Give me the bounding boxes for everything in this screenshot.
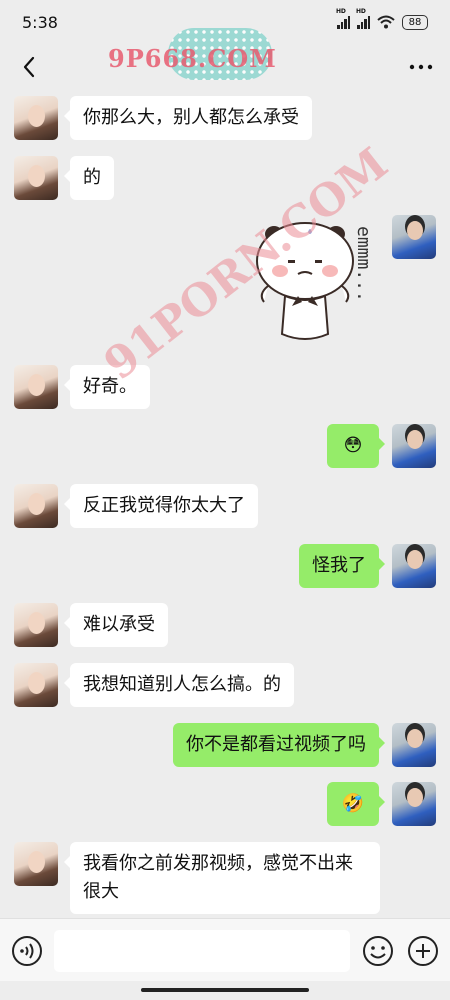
plus-icon[interactable] <box>407 935 439 967</box>
message-bubble-incoming[interactable]: 反正我觉得你太大了 <box>64 484 258 528</box>
voice-icon[interactable] <box>11 935 43 967</box>
signal-icon-2: HD <box>356 8 370 29</box>
message-bubble-incoming[interactable]: 我看你之前发那视频，感觉不出来很大 <box>64 842 380 914</box>
message-input[interactable] <box>54 930 350 972</box>
status-time: 5:38 <box>22 12 58 32</box>
home-indicator <box>141 988 309 992</box>
message-bubble-outgoing[interactable]: 你不是都看过视频了吗 <box>173 723 385 767</box>
back-button[interactable] <box>14 52 44 82</box>
avatar-contact[interactable] <box>14 484 58 528</box>
watermark-top-badge <box>168 28 272 80</box>
message-bubble-outgoing[interactable]: 怪我了 <box>299 544 385 588</box>
message-bubble-incoming[interactable]: 我想知道别人怎么搞。的 <box>64 663 294 707</box>
avatar-self[interactable] <box>392 723 436 767</box>
avatar-contact[interactable] <box>14 603 58 647</box>
panda-bear-sweating-sticker[interactable]: emmm... <box>250 216 380 351</box>
avatar-contact[interactable] <box>14 156 58 200</box>
message-bubble-incoming[interactable]: 你那么大，别人都怎么承受 <box>64 96 312 140</box>
avatar-contact[interactable] <box>14 663 58 707</box>
avatar-self[interactable] <box>392 215 436 259</box>
message-bubble-incoming[interactable]: 的 <box>64 156 114 200</box>
avatar-self[interactable] <box>392 544 436 588</box>
input-bar <box>0 918 450 981</box>
emoji-icon[interactable] <box>362 935 394 967</box>
avatar-self[interactable] <box>392 782 436 826</box>
more-button[interactable] <box>406 52 436 82</box>
avatar-contact[interactable] <box>14 842 58 886</box>
message-bubble-incoming[interactable]: 难以承受 <box>64 603 168 647</box>
signal-icon-1: HD <box>336 8 350 29</box>
chevron-left-icon <box>23 56 35 78</box>
wifi-icon <box>377 15 395 29</box>
more-dots-icon <box>409 64 433 70</box>
message-bubble-outgoing[interactable]: 🤣 <box>327 782 385 826</box>
avatar-self[interactable] <box>392 424 436 468</box>
sticker-caption: emmm... <box>353 226 374 302</box>
battery-icon: 88 <box>402 14 428 30</box>
status-icons: HD HD 88 <box>336 8 428 30</box>
message-bubble-outgoing[interactable]: 😳 <box>327 424 385 468</box>
avatar-contact[interactable] <box>14 365 58 409</box>
avatar-contact[interactable] <box>14 96 58 140</box>
message-bubble-incoming[interactable]: 好奇。 <box>64 365 150 409</box>
